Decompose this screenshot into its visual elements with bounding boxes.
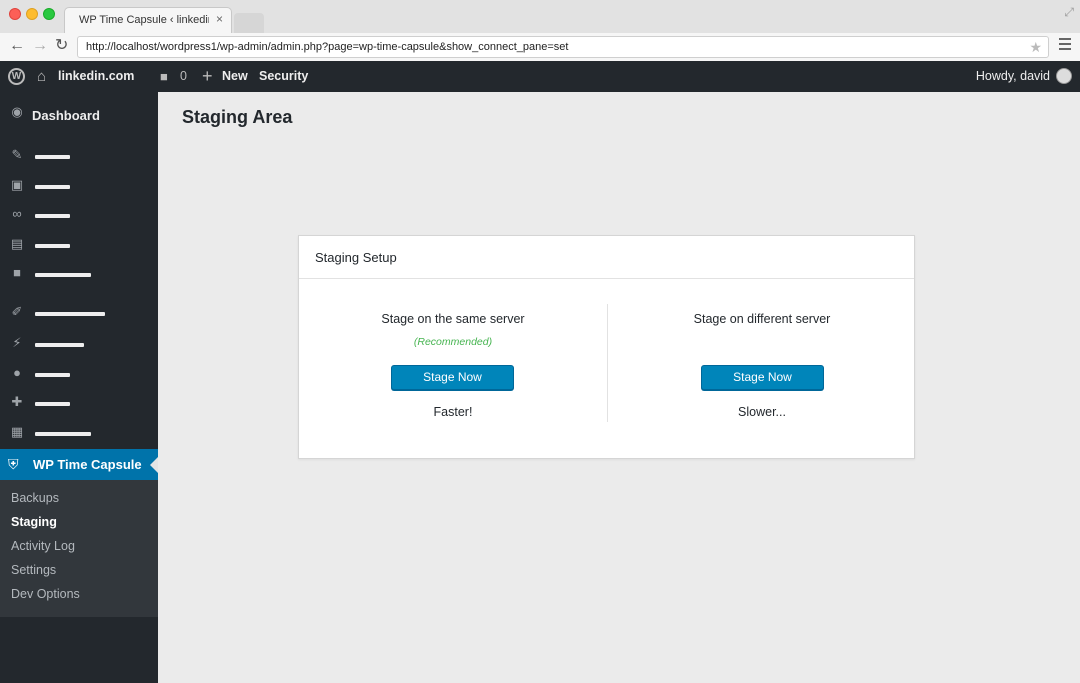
submenu-item-backups[interactable]: Backups (11, 491, 59, 505)
user-icon: ● (13, 365, 21, 380)
sidebar-item-wp-time-capsule[interactable]: ⛨ WP Time Capsule (0, 449, 158, 480)
submenu-item-activity-log[interactable]: Activity Log (11, 539, 75, 553)
admin-sidebar: ◉ Dashboard ✎ ▣ ∞ ▤ ■ ✐ ⚡ ● ✚ ▦ ⛨ WP Tim… (0, 92, 158, 683)
sidebar-item-tools[interactable]: ✚ (0, 388, 158, 418)
home-icon[interactable]: ⌂ (37, 61, 46, 92)
comment-count[interactable]: 0 (180, 61, 187, 92)
browser-toolbar: ← → ↻ http://localhost/wordpress1/wp-adm… (0, 33, 1080, 61)
media-icon: ▣ (10, 177, 24, 192)
tab-bar: WP Time Capsule ‹ linkedin.c × ⤢ (0, 0, 1080, 33)
howdy-user-link[interactable]: Howdy, david (976, 61, 1050, 92)
sidebar-item-settings[interactable]: ▦ (0, 418, 158, 448)
stage-now-different-server-button[interactable]: Stage Now (701, 365, 824, 390)
security-link[interactable]: Security (259, 61, 308, 92)
sidebar-item-posts[interactable]: ✎ (0, 141, 158, 171)
plugin-icon: ⚡ (12, 335, 22, 350)
pin-icon: ✎ (11, 147, 23, 162)
speed-note: Faster! (433, 405, 473, 419)
sidebar-item-label: Dashboard (32, 108, 100, 123)
wp-admin-bar: W ⌂ linkedin.com ■ 0 + New Security Howd… (0, 61, 1080, 92)
redacted-label (35, 244, 70, 248)
close-window-button[interactable] (9, 8, 21, 20)
redacted-label (35, 273, 91, 277)
redacted-label (35, 185, 70, 189)
comment-icon[interactable]: ■ (160, 61, 168, 92)
speed-note: Slower... (738, 405, 786, 419)
page-title: Staging Area (182, 107, 293, 127)
address-bar[interactable]: http://localhost/wordpress1/wp-admin/adm… (77, 36, 1049, 58)
sidebar-item-appearance[interactable]: ✐ (0, 298, 158, 328)
sidebar-item-users[interactable]: ● (0, 359, 158, 389)
redacted-label (35, 343, 84, 347)
wordpress-logo-icon[interactable]: W (8, 61, 26, 92)
option-title: Stage on the same server (381, 312, 525, 326)
brush-icon: ✐ (11, 304, 23, 319)
new-content-link[interactable]: New (222, 61, 248, 92)
site-name-link[interactable]: linkedin.com (58, 61, 134, 92)
same-server-option: Stage on the same server (Recommended) S… (299, 279, 607, 459)
active-indicator (150, 457, 158, 473)
card-title: Staging Setup (315, 250, 397, 265)
link-icon: ∞ (12, 206, 22, 221)
tab-title: WP Time Capsule ‹ linkedin.c (79, 14, 209, 26)
maximize-window-button[interactable] (43, 8, 55, 20)
sidebar-submenu: Backups Staging Activity Log Settings De… (0, 480, 158, 617)
minimize-window-button[interactable] (26, 8, 38, 20)
sidebar-item-plugins[interactable]: ⚡ (0, 329, 158, 359)
recommended-badge: (Recommended) (413, 336, 493, 348)
sidebar-item-media[interactable]: ▣ (0, 171, 158, 201)
submenu-item-settings[interactable]: Settings (11, 563, 56, 577)
redacted-label (35, 312, 105, 316)
forward-arrow-icon[interactable]: → (32, 37, 48, 55)
staging-setup-card: Staging Setup Stage on the same server (… (298, 235, 915, 459)
sidebar-item-links[interactable]: ∞ (0, 200, 158, 230)
redacted-label (35, 214, 70, 218)
sidebar-item-dashboard[interactable]: ◉ Dashboard (0, 101, 158, 131)
reload-icon[interactable]: ↻ (55, 37, 68, 55)
sidebar-item-pages[interactable]: ▤ (0, 230, 158, 260)
dashboard-icon: ◉ (11, 104, 23, 119)
different-server-option: Stage on different server Stage Now Slow… (608, 279, 916, 459)
comment-icon: ■ (13, 265, 21, 280)
tab-close-icon[interactable]: × (216, 12, 223, 26)
sidebar-item-comments[interactable]: ■ (0, 259, 158, 289)
main-content: Staging Area Staging Setup Stage on the … (158, 92, 1080, 683)
submenu-item-dev-options[interactable]: Dev Options (11, 587, 80, 601)
redacted-label (35, 432, 91, 436)
plus-icon[interactable]: + (202, 61, 213, 92)
new-tab-button[interactable] (234, 13, 264, 33)
avatar[interactable] (1056, 68, 1072, 84)
submenu-item-staging[interactable]: Staging (11, 515, 57, 529)
browser-chrome: WP Time Capsule ‹ linkedin.c × ⤢ ← → ↻ h… (0, 0, 1080, 61)
option-title: Stage on different server (693, 312, 831, 326)
redacted-label (35, 155, 70, 159)
url-text: http://localhost/wordpress1/wp-admin/adm… (86, 41, 569, 53)
settings-icon: ▦ (10, 424, 24, 439)
browser-tab[interactable]: WP Time Capsule ‹ linkedin.c × (64, 7, 232, 33)
sidebar-item-label: WP Time Capsule (33, 457, 142, 472)
stage-now-same-server-button[interactable]: Stage Now (391, 365, 514, 390)
shield-icon: ⛨ (8, 456, 19, 472)
browser-menu-icon[interactable] (1059, 38, 1071, 50)
card-header: Staging Setup (299, 236, 914, 279)
bookmark-star-icon[interactable]: ★ (1029, 39, 1042, 56)
redacted-label (35, 373, 70, 377)
wrench-icon: ✚ (11, 394, 23, 409)
redacted-label (35, 402, 70, 406)
back-arrow-icon[interactable]: ← (9, 37, 25, 55)
pages-icon: ▤ (10, 236, 24, 251)
fullscreen-icon[interactable]: ⤢ (1064, 5, 1074, 20)
